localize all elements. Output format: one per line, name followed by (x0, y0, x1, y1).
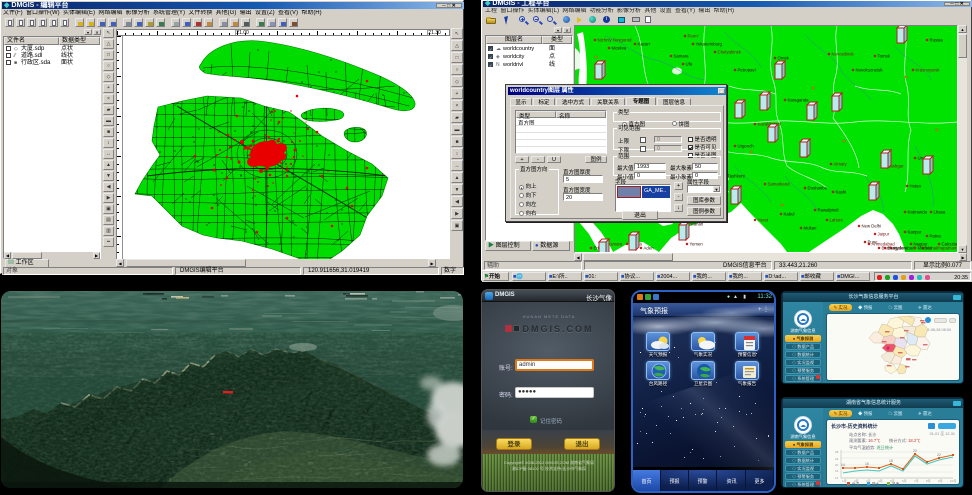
svg-text:Lhasa: Lhasa (934, 210, 946, 215)
svg-text:9月: 9月 (938, 479, 943, 483)
svg-text:Samarkand: Samarkand (768, 182, 791, 187)
svg-text:Yemen: Yemen (690, 242, 704, 247)
svg-text:20: 20 (835, 463, 839, 467)
svg-text:Perm': Perm' (688, 34, 699, 39)
svg-text:Tomsk: Tomsk (878, 54, 891, 59)
svg-text:New Delhi: New Delhi (862, 224, 882, 229)
svg-text:Samara: Samara (674, 54, 690, 59)
svg-text:Dushanbe: Dushanbe (808, 186, 828, 191)
svg-text:Aden: Aden (644, 246, 655, 251)
svg-text:Herat: Herat (758, 218, 769, 223)
svg-text:16: 16 (835, 469, 839, 473)
svg-text:Nizhniy Novgorod: Nizhniy Novgorod (598, 38, 633, 43)
svg-text:Kanpur: Kanpur (908, 230, 922, 235)
svg-text:Bangalore: Bangalore (888, 246, 908, 251)
svg-text:Moskva: Moskva (612, 46, 627, 51)
svg-text:Rawalpindi: Rawalpindi (818, 208, 839, 213)
svg-text:Novokuznetsk: Novokuznetsk (856, 68, 884, 73)
svg-text:12: 12 (835, 476, 839, 480)
svg-text:降水: 降水 (872, 481, 880, 486)
svg-text:Karaganda: Karaganda (788, 98, 810, 103)
svg-text:16: 16 (865, 462, 869, 466)
svg-text:气温: 气温 (852, 481, 860, 486)
svg-text:Russia: Russia (930, 38, 944, 43)
svg-text:24: 24 (835, 457, 839, 461)
svg-text:Asmara: Asmara (608, 242, 623, 247)
svg-text:Novosibirsk: Novosibirsk (832, 52, 855, 57)
svg-text:Urgench: Urgench (738, 144, 755, 149)
svg-text:1月: 1月 (842, 479, 847, 483)
svg-text:Lahore: Lahore (830, 218, 844, 223)
svg-text:Kazan': Kazan' (638, 42, 651, 47)
svg-text:Krasnoyarsk: Krasnoyarsk (916, 68, 941, 73)
svg-text:14: 14 (841, 463, 845, 467)
svg-text:Ufa: Ufa (686, 62, 693, 67)
svg-text:Kashi: Kashi (836, 190, 847, 195)
svg-text:Hotan: Hotan (910, 184, 922, 189)
svg-text:Chelyabinsk: Chelyabinsk (718, 50, 742, 55)
svg-text:20: 20 (913, 449, 917, 453)
svg-text:Pune: Pune (868, 240, 879, 245)
svg-text:Omsk: Omsk (778, 56, 790, 61)
svg-text:风速: 风速 (892, 481, 900, 486)
svg-text:Esfahan: Esfahan (688, 222, 704, 227)
svg-text:10月: 10月 (950, 479, 956, 483)
svg-text:Katmandu: Katmandu (908, 210, 928, 215)
svg-text:Tashkent: Tashkent (728, 174, 746, 179)
svg-text:Yekaterinburg: Yekaterinburg (696, 42, 723, 47)
svg-text:28: 28 (835, 450, 839, 454)
svg-text:18: 18 (889, 459, 893, 463)
svg-text:Almaty: Almaty (834, 162, 848, 167)
svg-text:Multan: Multan (804, 226, 818, 231)
svg-text:Petropavl: Petropavl (738, 68, 756, 73)
svg-text:Kabul: Kabul (784, 212, 795, 217)
svg-text:Madras: Madras (918, 246, 932, 251)
svg-text:Patna: Patna (930, 234, 942, 239)
svg-text:22: 22 (937, 453, 941, 457)
svg-text:8月: 8月 (926, 479, 931, 483)
svg-text:6月: 6月 (902, 479, 907, 483)
svg-text:7月: 7月 (914, 479, 919, 483)
svg-text:Jaipur: Jaipur (878, 232, 890, 237)
